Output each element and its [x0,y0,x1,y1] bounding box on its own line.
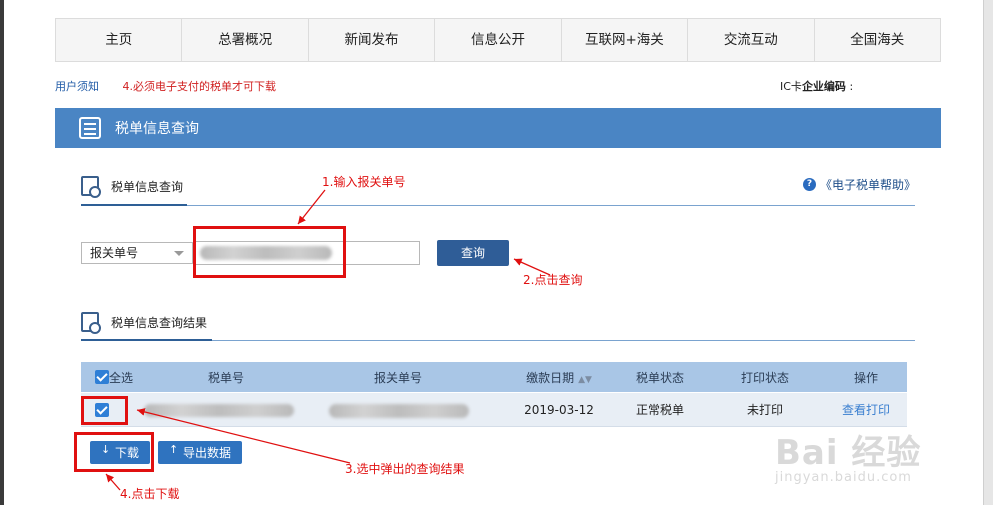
cell-tax-status: 正常税单 [635,403,684,417]
nav-home[interactable]: 主页 [56,19,183,61]
nav-news[interactable]: 新闻发布 [309,19,436,61]
checklist-icon [79,117,101,139]
user-notice-link[interactable]: 用户须知 [55,80,99,93]
redacted-value [144,403,294,417]
watermark-main: Bai 经验 [775,433,922,473]
col-action: 操作 [853,370,878,385]
iccard-prefix: IC卡 [780,80,802,93]
help-link[interactable]: ? 《电子税单帮助》 [803,176,916,193]
cell-tax-no [144,393,294,427]
panel-header: 税单信息查询 [55,108,941,148]
select-all-label: 全选 [109,370,134,385]
divider [81,205,915,206]
cell-print-status: 未打印 [746,403,783,417]
select-all-cell[interactable]: 全选 [81,369,159,386]
window-edge-left [0,0,4,505]
col-pay-date[interactable]: 缴款日期 ▲▼ [503,369,615,386]
notice-bar: 用户须知 4.必须电子支付的税单才可下载 [55,78,276,94]
annotation-4-warning: 4.必须电子支付的税单才可下载 [122,80,277,93]
search-type-value: 报关单号 [90,246,139,260]
col-tax-no: 税单号 [207,370,244,385]
nav-internet-customs[interactable]: 互联网+海关 [562,19,689,61]
baidu-watermark-logo: Bai 经验 jingyan.baidu.com [775,425,921,485]
annotation-box-input [193,226,346,278]
annotation-3: 3.选中弹出的查询结果 [345,462,465,476]
iccard-label: 企业编码 [801,80,846,93]
scrollbar[interactable] [983,0,993,505]
col-tax-status: 税单状态 [635,370,684,385]
export-label: 导出数据 [182,446,231,460]
nav-national-customs[interactable]: 全国海关 [815,19,940,61]
table-row[interactable]: 2019-03-12 正常税单 未打印 查看打印 [81,393,907,427]
nav-info-disclosure[interactable]: 信息公开 [435,19,562,61]
iccard-info: IC卡企业编码 : [780,78,853,94]
annotation-4: 4.点击下载 [120,487,180,501]
search-section-header: 税单信息查询 [81,176,184,198]
document-search-icon [81,176,101,198]
col-declaration-no: 报关单号 [373,370,422,385]
annotation-2: 2.点击查询 [523,273,583,287]
export-button[interactable]: 导出数据 [158,441,242,464]
clipboard-check-icon [81,312,101,334]
col-print-status: 打印状态 [740,370,789,385]
help-link-label: 《电子税单帮助》 [820,178,917,192]
chevron-down-icon [174,251,184,256]
help-icon: ? [803,178,816,191]
nav-overview[interactable]: 总署概况 [182,19,309,61]
watermark-sub: jingyan.baidu.com [775,470,912,485]
table-header: 全选 税单号 报关单号 缴款日期 ▲▼ 税单状态 打印状态 操作 [81,362,907,392]
col-pay-date-label: 缴款日期 [526,370,575,385]
cell-declaration-no [293,393,503,427]
arrow-4 [105,473,121,491]
section-active-underline [81,339,212,341]
select-all-checkbox[interactable] [95,370,109,384]
search-type-select[interactable]: 报关单号 [81,242,193,264]
annotation-box-download [74,432,154,472]
sort-icon[interactable]: ▲▼ [578,375,592,385]
search-section-title: 税单信息查询 [111,179,184,194]
nav-interaction[interactable]: 交流互动 [688,19,815,61]
result-section-title: 税单信息查询结果 [111,315,208,330]
arrow-1 [297,189,326,225]
iccard-suffix: : [849,80,854,93]
cell-pay-date: 2019-03-12 [524,402,594,417]
upload-icon [169,443,178,457]
result-section-header: 税单信息查询结果 [81,312,208,334]
view-print-link[interactable]: 查看打印 [825,401,907,418]
annotation-1: 1.输入报关单号 [322,175,406,189]
section-active-underline [81,204,187,206]
annotation-box-checkbox [81,396,128,425]
panel-title: 税单信息查询 [115,121,199,137]
redacted-value [329,403,469,418]
query-button[interactable]: 查询 [437,240,509,266]
main-nav: 主页 总署概况 新闻发布 信息公开 互联网+海关 交流互动 全国海关 [55,18,941,62]
